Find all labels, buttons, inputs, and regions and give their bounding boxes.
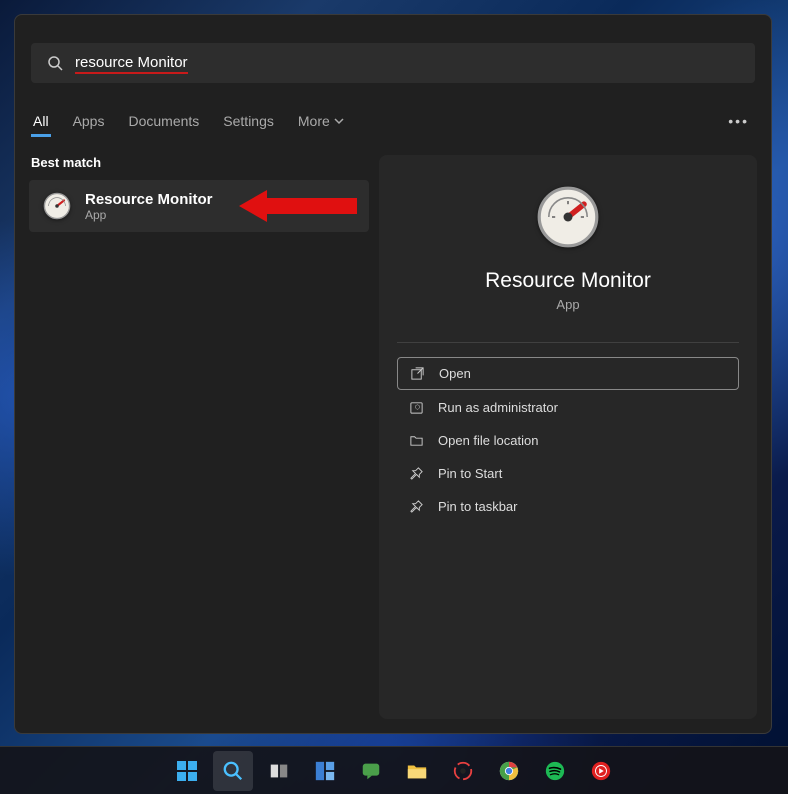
youtube-music-icon[interactable] bbox=[581, 751, 621, 791]
taskbar bbox=[0, 746, 788, 794]
search-icon[interactable] bbox=[213, 751, 253, 791]
action-open-location[interactable]: Open file location bbox=[397, 425, 739, 456]
gauge-icon bbox=[536, 185, 600, 249]
action-label: Open bbox=[439, 366, 471, 381]
detail-title: Resource Monitor bbox=[485, 269, 651, 293]
folder-icon bbox=[409, 433, 424, 448]
task-view-icon[interactable] bbox=[259, 751, 299, 791]
filter-tabs: All Apps Documents Settings More ••• bbox=[15, 101, 771, 141]
tab-settings[interactable]: Settings bbox=[221, 105, 276, 137]
action-label: Pin to taskbar bbox=[438, 499, 518, 514]
action-pin-start[interactable]: Pin to Start bbox=[397, 458, 739, 489]
annotation-underline bbox=[75, 72, 188, 74]
gauge-icon bbox=[41, 190, 73, 222]
chat-icon[interactable] bbox=[351, 751, 391, 791]
pin-icon bbox=[409, 499, 424, 514]
widgets-icon[interactable] bbox=[305, 751, 345, 791]
annotation-arrow bbox=[239, 186, 359, 226]
action-label: Open file location bbox=[438, 433, 538, 448]
tab-more[interactable]: More bbox=[296, 105, 346, 137]
action-pin-taskbar[interactable]: Pin to taskbar bbox=[397, 491, 739, 522]
detail-subtitle: App bbox=[556, 297, 579, 312]
result-subtitle: App bbox=[85, 208, 213, 222]
action-open[interactable]: Open bbox=[397, 357, 739, 390]
tab-all[interactable]: All bbox=[31, 105, 51, 137]
search-input[interactable]: resource Monitor bbox=[75, 54, 188, 71]
action-run-admin[interactable]: Run as administrator bbox=[397, 392, 739, 423]
overflow-menu-icon[interactable]: ••• bbox=[722, 113, 755, 129]
file-explorer-icon[interactable] bbox=[397, 751, 437, 791]
result-item-resource-monitor[interactable]: Resource Monitor App bbox=[29, 180, 369, 232]
divider bbox=[397, 342, 739, 343]
search-icon bbox=[47, 55, 63, 71]
pin-icon bbox=[409, 466, 424, 481]
action-label: Pin to Start bbox=[438, 466, 502, 481]
chevron-down-icon bbox=[334, 116, 344, 126]
start-search-panel: resource Monitor All Apps Documents Sett… bbox=[14, 14, 772, 734]
tab-apps[interactable]: Apps bbox=[71, 105, 107, 137]
action-label: Run as administrator bbox=[438, 400, 558, 415]
start-icon[interactable] bbox=[167, 751, 207, 791]
detail-panel: Resource Monitor App Open Run as adminis… bbox=[379, 155, 757, 719]
admin-icon bbox=[409, 400, 424, 415]
chrome-icon[interactable] bbox=[489, 751, 529, 791]
open-icon bbox=[410, 366, 425, 381]
spotify-icon[interactable] bbox=[535, 751, 575, 791]
tab-documents[interactable]: Documents bbox=[126, 105, 201, 137]
section-label-best-match: Best match bbox=[31, 155, 369, 170]
app-circle-icon[interactable] bbox=[443, 751, 483, 791]
result-title: Resource Monitor bbox=[85, 191, 213, 208]
search-bar[interactable]: resource Monitor bbox=[31, 43, 755, 83]
